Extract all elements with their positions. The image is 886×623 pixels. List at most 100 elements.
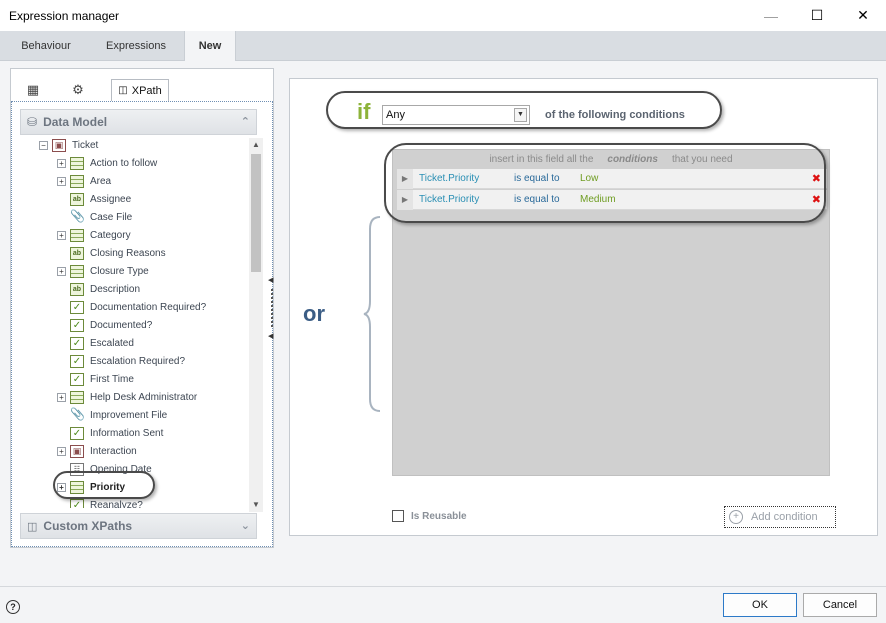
tree-node-label: Escalation Required? — [90, 355, 186, 367]
add-condition-button[interactable]: + Add condition — [724, 506, 836, 528]
close-button[interactable]: ✕ — [840, 0, 886, 31]
tree-node-label: Documentation Required? — [90, 301, 207, 313]
tree-node[interactable]: ab Description — [57, 280, 140, 298]
condition-row[interactable]: ▶ Ticket.Priority is equal to Low ✖ — [397, 169, 827, 189]
tree-node-label: Escalated — [90, 337, 134, 349]
is-reusable-checkbox[interactable] — [392, 510, 404, 522]
cancel-button[interactable]: Cancel — [803, 593, 877, 617]
checkbox-icon: ✓ — [70, 336, 84, 350]
delete-icon[interactable]: ✖ — [812, 193, 821, 206]
list-icon — [70, 174, 84, 188]
collapse-left-icon[interactable]: ◀ — [268, 276, 273, 284]
tab-behaviour[interactable]: Behaviour — [8, 31, 84, 61]
tree-node[interactable]: + ▣ Interaction — [57, 442, 137, 460]
expand-icon[interactable]: + — [57, 176, 66, 186]
expand-icon[interactable]: + — [57, 446, 66, 456]
checkbox-icon: ✓ — [70, 318, 84, 332]
custom-xpaths-header[interactable]: ◫ Custom XPaths ⌄ — [20, 513, 257, 539]
delete-icon[interactable]: ✖ — [812, 172, 821, 185]
tree-node-label: Area — [90, 175, 112, 187]
quantifier-value: Any — [386, 109, 405, 121]
list-icon — [70, 228, 84, 242]
expand-icon[interactable]: + — [57, 392, 66, 402]
window-title: Expression manager — [9, 9, 120, 23]
expand-icon[interactable]: + — [57, 266, 66, 276]
checkbox-icon: ✓ — [70, 300, 84, 314]
tree-node[interactable]: ✓ Escalated — [57, 334, 134, 352]
left-panel-toolbar: ▦ ⚙ ◫ XPath — [11, 69, 273, 101]
tree-node[interactable]: ✓ Escalation Required? — [57, 352, 185, 370]
condition-field[interactable]: Ticket.Priority — [419, 173, 479, 184]
conditions-hint-text: insert in this field all the — [489, 153, 594, 165]
xpath-tab[interactable]: ◫ XPath — [111, 79, 169, 101]
expand-icon[interactable]: + — [57, 158, 66, 168]
tree-node[interactable]: + Area — [57, 172, 111, 190]
minimize-button[interactable]: — — [748, 0, 794, 31]
plus-icon: + — [729, 510, 743, 524]
condition-row[interactable]: ▶ Ticket.Priority is equal to Medium ✖ — [397, 190, 827, 210]
text-field-icon: ab — [70, 246, 84, 260]
splitter-grip — [271, 289, 273, 327]
tree-node[interactable]: + Help Desk Administrator — [57, 388, 197, 406]
expand-icon[interactable]: + — [57, 230, 66, 240]
tree-node[interactable]: ✓ Reanalyze? — [57, 496, 143, 508]
maximize-button[interactable]: ☐ — [794, 0, 840, 31]
calendar-icon: ☷ — [70, 462, 84, 476]
tree-node-label: Closing Reasons — [90, 247, 166, 259]
text-field-icon: ab — [70, 192, 84, 206]
gear-icon[interactable]: ⚙ — [69, 81, 87, 99]
scrollbar-thumb[interactable] — [251, 154, 261, 272]
collapse-icon[interactable]: − — [39, 140, 48, 150]
row-expand-icon[interactable]: ▶ — [397, 169, 413, 189]
tree-node[interactable]: 📎 Case File — [57, 208, 132, 226]
checkbox-icon: ✓ — [70, 498, 84, 508]
tree-node-priority[interactable]: + Priority — [57, 478, 125, 496]
conditions-hint-text: that you need — [671, 153, 733, 165]
condition-operator[interactable]: is equal to — [514, 173, 560, 184]
row-expand-icon[interactable]: ▶ — [397, 190, 413, 210]
conditions-area[interactable]: insert in this field all the conditions … — [392, 149, 830, 476]
tree-node[interactable]: ✓ First Time — [57, 370, 134, 388]
left-panel: ▦ ⚙ ◫ XPath ⛁ Data Model ⌃ − ▣ Ticket + … — [10, 68, 274, 548]
tree-node-label: Description — [90, 283, 141, 295]
tree-node-ticket[interactable]: − ▣ Ticket — [39, 136, 98, 154]
chevron-down-icon[interactable]: ▼ — [514, 108, 527, 122]
condition-field[interactable]: Ticket.Priority — [419, 194, 479, 205]
scroll-down-icon[interactable]: ▼ — [249, 498, 263, 512]
following-conditions-label: of the following conditions — [545, 109, 685, 121]
tree-node[interactable]: 📎 Improvement File — [57, 406, 167, 424]
checkbox-icon: ✓ — [70, 354, 84, 368]
expand-icon[interactable]: + — [57, 482, 66, 492]
help-icon[interactable]: ? — [6, 600, 20, 614]
condition-value[interactable]: Low — [580, 173, 598, 184]
list-icon — [70, 156, 84, 170]
tree-node-label: Priority — [90, 481, 126, 493]
tab-new[interactable]: New — [184, 31, 236, 62]
tree-scrollbar[interactable]: ▲ ▼ — [249, 138, 263, 512]
tree-node-label: Interaction — [90, 445, 137, 457]
if-keyword: if — [357, 99, 371, 124]
add-condition-label: Add condition — [751, 511, 818, 523]
tree-node[interactable]: ✓ Documented? — [57, 316, 152, 334]
tree-node[interactable]: ab Closing Reasons — [57, 244, 166, 262]
is-reusable-option[interactable]: Is Reusable — [392, 510, 467, 522]
tree-node[interactable]: ✓ Information Sent — [57, 424, 163, 442]
tree-node[interactable]: + Category — [57, 226, 131, 244]
condition-value[interactable]: Medium — [580, 194, 616, 205]
quantifier-select[interactable]: Any ▼ — [382, 105, 530, 125]
condition-operator[interactable]: is equal to — [514, 194, 560, 205]
tree-node[interactable]: ☷ Opening Date — [57, 460, 152, 478]
data-model-header[interactable]: ⛁ Data Model ⌃ — [20, 109, 257, 135]
tree-node[interactable]: ab Assignee — [57, 190, 131, 208]
tree-node[interactable]: + Action to follow — [57, 154, 157, 172]
panel-splitter[interactable]: ◀ ◀ — [268, 276, 276, 340]
ok-button[interactable]: OK — [723, 593, 797, 617]
tree-node[interactable]: + Closure Type — [57, 262, 149, 280]
calculator-icon[interactable]: ▦ — [24, 81, 42, 99]
tab-expressions[interactable]: Expressions — [94, 31, 178, 61]
collapse-left-icon[interactable]: ◀ — [268, 332, 273, 340]
tree-node-label: Information Sent — [90, 427, 164, 439]
tree-node[interactable]: ✓ Documentation Required? — [57, 298, 206, 316]
scroll-up-icon[interactable]: ▲ — [249, 138, 263, 152]
conditions-hint-emphasis: conditions — [607, 153, 658, 165]
